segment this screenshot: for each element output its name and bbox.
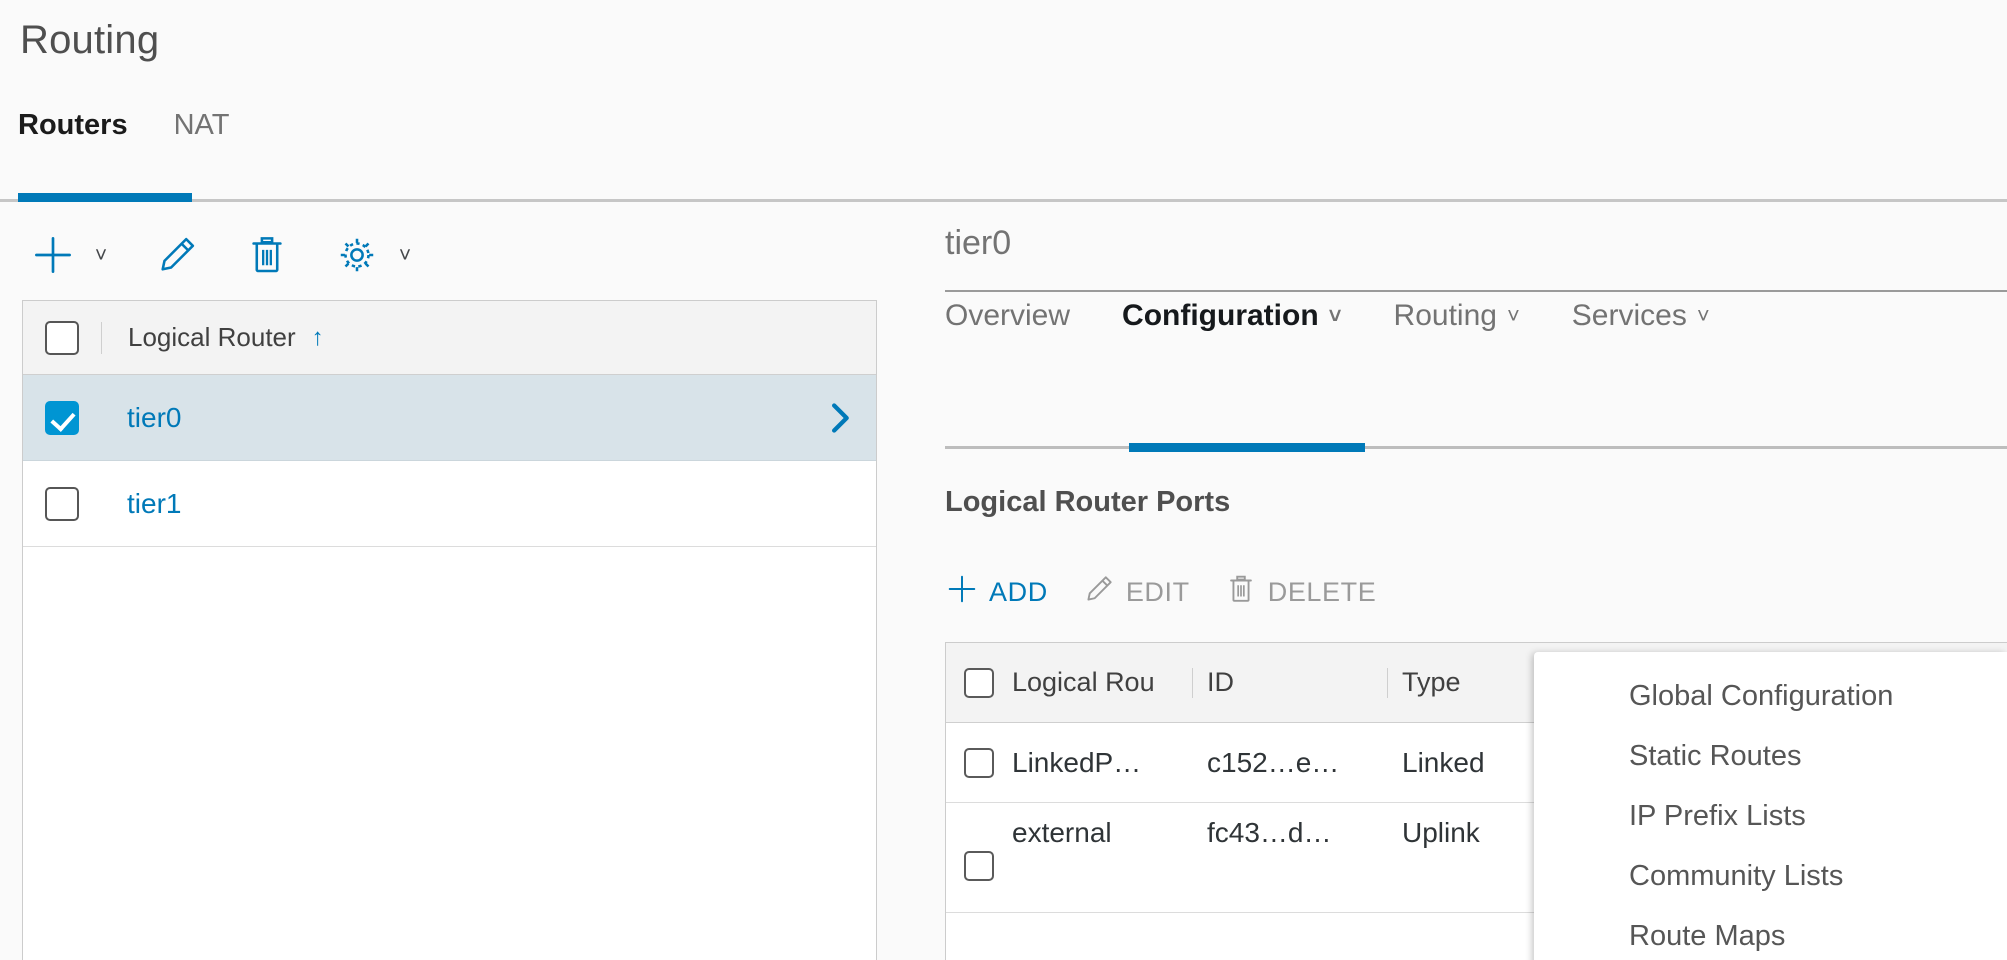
row-checkbox[interactable] — [45, 486, 79, 521]
routers-left-panel: ˅ ˅ Logical Router ↑ tier0 tier1 — [0, 202, 897, 960]
router-settings-button[interactable]: ˅ — [326, 224, 422, 286]
ports-header-divider — [1192, 667, 1193, 698]
trash-icon — [1224, 572, 1258, 613]
router-name-link[interactable]: tier0 — [101, 402, 804, 434]
detail-title-divider — [945, 290, 2007, 292]
tab-routers[interactable]: Routers — [18, 108, 128, 148]
tab-configuration-label: Configuration — [1122, 299, 1319, 332]
configuration-dropdown-menu: Global Configuration Static Routes IP Pr… — [1534, 652, 2007, 960]
row-checkbox-cell[interactable] — [23, 486, 101, 521]
ports-column-header-id[interactable]: ID — [1207, 667, 1387, 698]
routers-grid: Logical Router ↑ tier0 tier1 — [22, 300, 877, 960]
menu-item-static-routes[interactable]: Static Routes — [1534, 726, 2007, 786]
menu-item-route-maps[interactable]: Route Maps — [1534, 906, 2007, 960]
delete-port-label: DELETE — [1267, 577, 1377, 607]
ports-action-bar: ADD EDIT DELETE — [945, 572, 1376, 613]
delete-port-button: DELETE — [1224, 572, 1377, 613]
ports-select-all-checkbox[interactable] — [964, 667, 994, 698]
tab-routing[interactable]: Routing ˅ — [1394, 298, 1520, 346]
body-area: ˅ ˅ Logical Router ↑ tier0 tier1 tier0 O… — [0, 202, 2007, 960]
plus-icon — [945, 572, 979, 613]
detail-tabs: Overview Configuration ˅ Routing ˅ Servi… — [945, 298, 1710, 346]
ports-select-all-cell[interactable] — [946, 667, 1012, 698]
edit-router-button[interactable] — [146, 224, 208, 286]
detail-tabs-divider — [945, 446, 2007, 449]
ports-row-checkbox[interactable] — [964, 747, 994, 778]
router-name-link[interactable]: tier1 — [101, 488, 804, 520]
column-header-logical-router[interactable]: Logical Router ↑ — [102, 322, 324, 353]
ports-row-checkbox-cell[interactable] — [946, 817, 1012, 881]
top-tabs-active-underline — [18, 193, 192, 202]
tab-overview-label: Overview — [945, 299, 1071, 332]
cell-spacer — [1192, 748, 1193, 778]
tab-routing-label: Routing — [1393, 299, 1497, 332]
tab-routers-label: Routers — [18, 109, 128, 141]
pencil-icon — [1082, 572, 1116, 613]
cell-spacer — [1192, 817, 1193, 847]
chevron-down-icon[interactable]: ˅ — [84, 224, 118, 286]
menu-item-ip-prefix-lists[interactable]: IP Prefix Lists — [1534, 786, 2007, 846]
port-name: LinkedP… — [1012, 746, 1142, 778]
add-port-button[interactable]: ADD — [945, 572, 1048, 613]
add-router-button[interactable]: ˅ — [22, 224, 118, 286]
menu-item-global-configuration[interactable]: Global Configuration — [1534, 666, 2007, 726]
plus-icon — [22, 224, 84, 286]
table-row[interactable]: tier0 — [23, 375, 876, 461]
cell-spacer — [1387, 748, 1388, 778]
ports-row-checkbox[interactable] — [964, 851, 994, 881]
routing-screen: Routing Routers NAT ˅ ˅ Logical Router ↑… — [0, 0, 2007, 960]
tab-nat-label: NAT — [173, 109, 230, 141]
chevron-down-icon: ˅ — [1328, 303, 1342, 328]
select-all-checkbox[interactable] — [45, 320, 79, 355]
edit-port-button: EDIT — [1082, 572, 1190, 613]
row-checkbox[interactable] — [45, 400, 79, 435]
gear-icon — [326, 224, 388, 286]
cell-spacer — [1387, 817, 1388, 847]
chevron-down-icon-settings[interactable]: ˅ — [388, 224, 422, 286]
table-row[interactable]: tier1 — [23, 461, 876, 547]
menu-item-community-lists[interactable]: Community Lists — [1534, 846, 2007, 906]
column-header-label: Logical Router — [128, 322, 296, 352]
chevron-right-icon[interactable] — [804, 398, 876, 438]
select-all-checkbox-cell[interactable] — [23, 320, 101, 355]
sort-ascending-icon[interactable]: ↑ — [312, 324, 324, 352]
tab-configuration[interactable]: Configuration ˅ — [1122, 298, 1342, 346]
port-id: fc43…d… — [1207, 817, 1332, 848]
chevron-down-icon: ˅ — [1696, 303, 1710, 328]
pencil-icon — [146, 224, 208, 286]
trash-icon — [236, 224, 298, 286]
ports-row-checkbox-cell[interactable] — [946, 747, 1012, 778]
chevron-down-icon: ˅ — [1506, 303, 1520, 328]
page-title: Routing — [20, 18, 160, 62]
tab-services-label: Services — [1571, 299, 1687, 332]
edit-port-label: EDIT — [1125, 577, 1190, 607]
ports-column-header-name[interactable]: Logical Rou — [1012, 667, 1192, 698]
port-name: external — [1012, 817, 1112, 848]
routers-grid-header: Logical Router ↑ — [23, 301, 876, 375]
tab-services[interactable]: Services ˅ — [1572, 298, 1710, 346]
section-title: Logical Router Ports — [945, 486, 1231, 518]
top-level-tabs: Routers NAT — [18, 108, 229, 148]
tab-overview[interactable]: Overview — [945, 298, 1070, 346]
ports-header-divider — [1387, 667, 1388, 698]
detail-title: tier0 — [945, 224, 1012, 262]
port-id: c152…e… — [1207, 746, 1340, 778]
delete-router-button[interactable] — [236, 224, 298, 286]
detail-tabs-active-underline — [1129, 443, 1365, 452]
tab-nat[interactable]: NAT — [174, 108, 230, 148]
routers-toolbar: ˅ ˅ — [22, 224, 422, 286]
add-port-label: ADD — [989, 577, 1048, 607]
row-checkbox-cell[interactable] — [23, 400, 101, 435]
